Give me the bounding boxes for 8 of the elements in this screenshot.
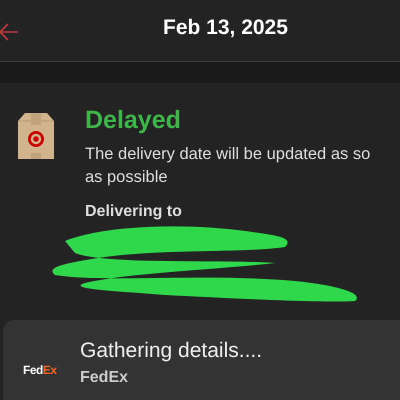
carrier-logo: FedEx — [23, 363, 58, 377]
status-description: The delivery date will be updated as so as possible — [85, 144, 370, 188]
status-label: Delayed — [85, 105, 182, 136]
carrier-name: FedEx — [80, 369, 130, 387]
back-arrow-icon[interactable] — [0, 20, 20, 42]
section-heading: Delivering to — [85, 203, 183, 221]
page-title: Feb 13, 2025 — [163, 16, 288, 40]
tracking-message: Gathering details.... — [80, 339, 262, 363]
